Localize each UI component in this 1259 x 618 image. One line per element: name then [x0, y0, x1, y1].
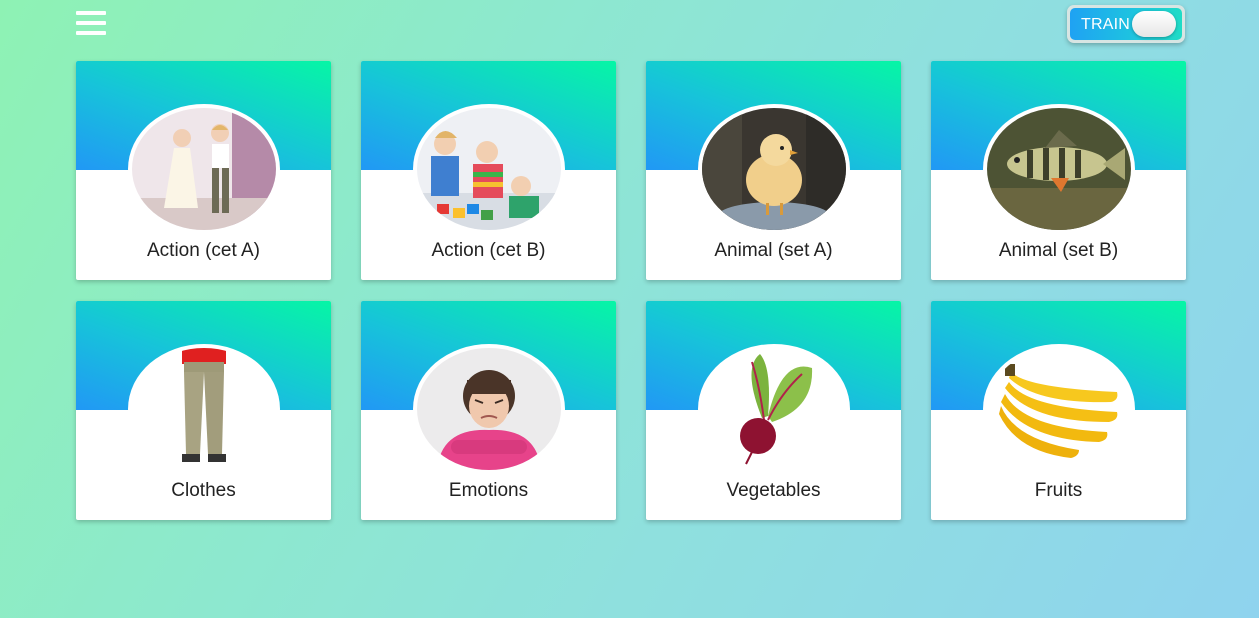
beetroot-image: [702, 348, 846, 470]
chick-image: [702, 108, 846, 230]
card-thumbnail-frame: [698, 344, 850, 474]
category-card-animal-b[interactable]: Animal (set B): [931, 61, 1186, 280]
fish-image: [987, 108, 1131, 230]
card-thumbnail-frame: [413, 104, 565, 234]
menu-bar: [76, 11, 106, 15]
card-thumbnail-frame: [128, 104, 280, 234]
train-toggle[interactable]: TRAIN: [1067, 5, 1185, 43]
category-label: Clothes: [171, 480, 236, 501]
card-thumbnail-frame: [128, 344, 280, 474]
card-thumbnail-frame: [698, 104, 850, 234]
bananas-image: [987, 348, 1131, 470]
menu-bar: [76, 21, 106, 25]
category-label: Fruits: [1034, 480, 1083, 501]
children-dancing-image: [132, 108, 276, 230]
menu-bar: [76, 31, 106, 35]
card-thumbnail-frame: [983, 344, 1135, 474]
category-label: Emotions: [448, 480, 529, 501]
train-toggle-knob[interactable]: [1132, 11, 1176, 37]
category-label: Action (cet A): [147, 240, 260, 261]
category-card-vegetables[interactable]: Vegetables: [646, 301, 901, 520]
angry-girl-image: [417, 348, 561, 470]
category-card-animal-a[interactable]: Animal (set A): [646, 61, 901, 280]
train-label: TRAIN: [1081, 16, 1130, 33]
card-thumbnail-frame: [983, 104, 1135, 234]
children-playing-blocks-image: [417, 108, 561, 230]
category-card-action-a[interactable]: Action (cet A): [76, 61, 331, 280]
category-card-fruits[interactable]: Fruits: [931, 301, 1186, 520]
category-card-action-b[interactable]: Action (cet B): [361, 61, 616, 280]
category-label: Vegetables: [726, 480, 821, 501]
category-card-clothes[interactable]: Clothes: [76, 301, 331, 520]
train-toggle-track[interactable]: TRAIN: [1070, 8, 1182, 40]
card-thumbnail-frame: [413, 344, 565, 474]
trousers-image: [132, 348, 276, 470]
category-label: Animal (set B): [998, 240, 1119, 261]
category-card-emotions[interactable]: Emotions: [361, 301, 616, 520]
category-label: Action (cet B): [431, 240, 546, 261]
category-label: Animal (set A): [714, 240, 833, 261]
hamburger-menu-icon[interactable]: [76, 11, 106, 37]
